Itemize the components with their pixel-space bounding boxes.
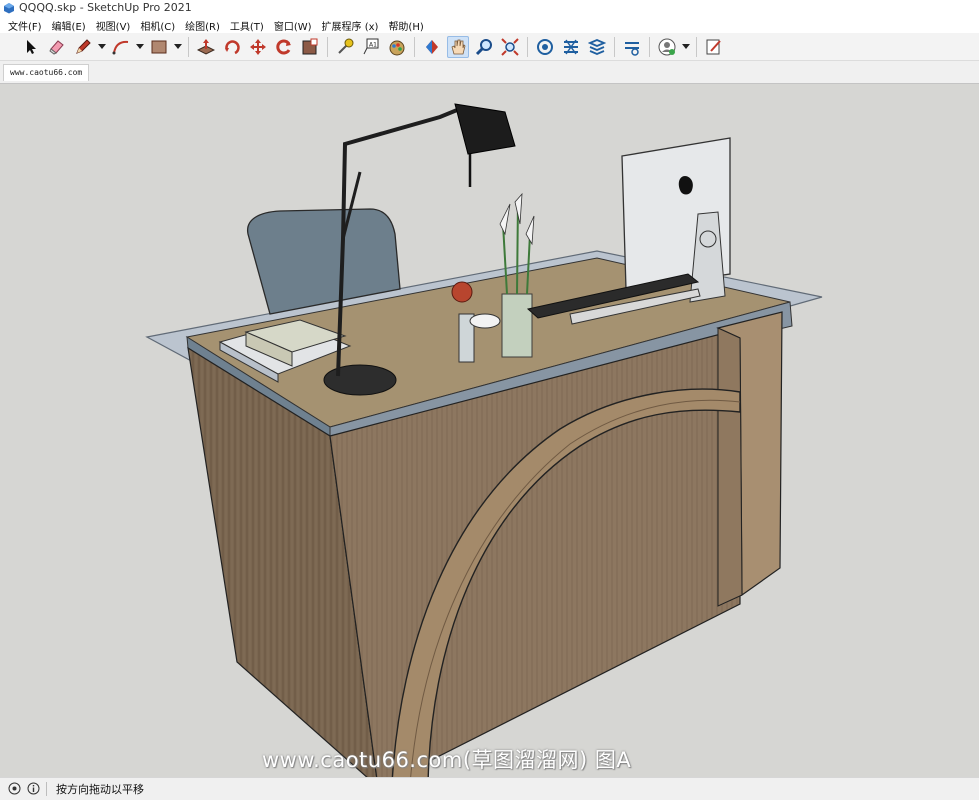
eraser-tool-button[interactable]: [46, 36, 68, 58]
toolbar-separator: [696, 36, 697, 57]
window-title: QQQQ.skp - SketchUp Pro 2021: [19, 1, 192, 14]
info-icon[interactable]: [27, 782, 40, 795]
move-arrows-icon: [250, 38, 266, 55]
svg-text:A1: A1: [369, 41, 377, 48]
toolbar-separator: [414, 36, 415, 57]
move-tool-button[interactable]: [247, 36, 269, 58]
sketchup-logo-icon: [4, 3, 14, 14]
watermark-text: www.caotu66.com(草图溜溜网) 图A: [262, 748, 632, 772]
menu-tools[interactable]: 工具(T): [225, 18, 269, 33]
tape-measure-tool-button[interactable]: [334, 36, 356, 58]
account-dropdown[interactable]: [682, 43, 690, 50]
text-tool-button[interactable]: A1: [360, 36, 382, 58]
pencil-icon: [76, 38, 91, 54]
follow-me-icon: [276, 39, 291, 54]
toolbar-separator: [327, 36, 328, 57]
zoom-tool-button[interactable]: [473, 36, 495, 58]
menu-edit[interactable]: 编辑(E): [47, 18, 91, 33]
tape-measure-icon: [338, 38, 354, 54]
chevron-down-icon: [136, 43, 144, 49]
arc-dropdown[interactable]: [136, 43, 144, 50]
push-pull-icon: [197, 38, 215, 55]
eraser-icon: [49, 39, 64, 55]
push-pull-tool-button[interactable]: [195, 36, 217, 58]
hand-pan-icon: [451, 39, 466, 54]
mouse: [469, 313, 501, 329]
scene-tab-bar: www.caotu66.com: [0, 61, 979, 83]
toolbar-separator: [188, 36, 189, 57]
magnifier-icon: [475, 38, 492, 55]
scene-tab[interactable]: www.caotu66.com: [3, 64, 90, 81]
extension-manager-tool-button[interactable]: [621, 36, 643, 58]
scale-tool-button[interactable]: [299, 36, 321, 58]
status-separator: [46, 782, 47, 796]
pencil-dropdown[interactable]: [98, 43, 106, 50]
orbit-icon: [426, 39, 438, 54]
text-label-icon: A1: [363, 38, 379, 54]
3d-warehouse-icon: [537, 38, 553, 55]
status-bar: 按方向拖动以平移: [0, 777, 979, 800]
status-message: 按方向拖动以平移: [56, 783, 144, 796]
cursor-arrow-icon: [27, 39, 36, 54]
rotate-icon: [225, 39, 240, 54]
stacked-layers-icon: [588, 38, 606, 55]
menu-help[interactable]: 帮助(H): [383, 18, 428, 33]
lamp-shade: [454, 103, 516, 155]
follow-me-tool-button[interactable]: [273, 36, 295, 58]
toolbar-separator: [614, 36, 615, 57]
flower-vase-tall: [501, 293, 533, 358]
toolbar-separator: [649, 36, 650, 57]
pencil-tool-button[interactable]: [72, 36, 94, 58]
zoom-extents-icon: [501, 37, 519, 56]
menu-extensions[interactable]: 扩展程序 (x): [317, 18, 384, 33]
extension-warehouse-tool-button[interactable]: [560, 36, 582, 58]
chevron-down-icon: [682, 43, 690, 49]
toolbar: A1: [0, 33, 979, 61]
geo-location-icon[interactable]: [8, 782, 21, 795]
paint-bucket-tool-button[interactable]: [386, 36, 408, 58]
arc-icon: [112, 40, 129, 54]
chevron-down-icon: [98, 43, 106, 49]
scale-icon: [302, 38, 318, 54]
user-account-icon: [658, 38, 676, 55]
account-tool-button[interactable]: [656, 36, 678, 58]
modeling-viewport[interactable]: www.caotu66.com(草图溜溜网) 图A: [0, 83, 979, 778]
send-to-layout-icon: [706, 39, 721, 54]
layout-tool-button[interactable]: [586, 36, 608, 58]
menu-file[interactable]: 文件(F): [3, 18, 47, 33]
select-tool-button[interactable]: [20, 36, 42, 58]
menu-draw[interactable]: 绘图(R): [180, 18, 225, 33]
lamp-base: [323, 364, 397, 396]
3d-warehouse-tool-button[interactable]: [534, 36, 556, 58]
toolbar-separator: [527, 36, 528, 57]
rectangle-dropdown[interactable]: [174, 43, 182, 50]
zoom-extents-tool-button[interactable]: [499, 36, 521, 58]
title-bar: QQQQ.skp - SketchUp Pro 2021: [0, 0, 979, 17]
send-to-layout-tool-button[interactable]: [703, 36, 725, 58]
menu-bar: 文件(F) 编辑(E) 视图(V) 相机(C) 绘图(R) 工具(T) 窗口(W…: [0, 17, 979, 33]
rectangle-tool-button[interactable]: [148, 36, 170, 58]
menu-camera[interactable]: 相机(C): [135, 18, 180, 33]
orbit-tool-button[interactable]: [421, 36, 443, 58]
rectangle-icon: [151, 40, 167, 53]
menu-view[interactable]: 视图(V): [91, 18, 136, 33]
extension-manager-icon: [625, 41, 639, 56]
arc-tool-button[interactable]: [110, 36, 132, 58]
rotate-tool-button[interactable]: [221, 36, 243, 58]
chevron-down-icon: [174, 43, 182, 49]
paint-bucket-icon: [389, 40, 405, 55]
desk-model: [145, 103, 823, 778]
menu-window[interactable]: 窗口(W): [269, 18, 317, 33]
pan-tool-button[interactable]: [447, 35, 469, 58]
extension-warehouse-icon: [564, 39, 578, 54]
